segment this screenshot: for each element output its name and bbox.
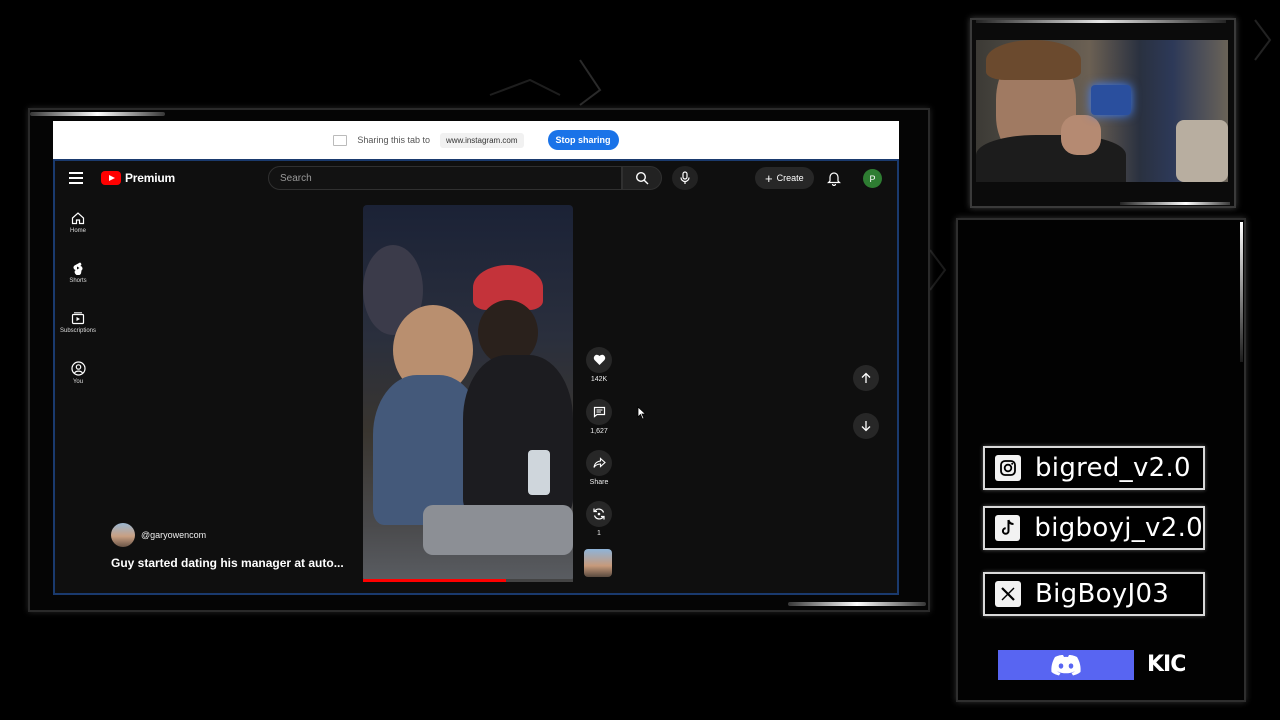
kick-logo: KIC [1147,652,1186,677]
webcam-content [1061,115,1101,155]
webcam-content [986,40,1081,80]
microphone-icon [680,171,690,184]
share-icon [592,457,606,468]
chat-glow-accent [1240,222,1243,362]
instagram-handle-card: bigred_v2.0 [983,446,1205,490]
instagram-handle: bigred_v2.0 [1035,453,1191,483]
video-frame-content [463,355,573,515]
share-button[interactable] [586,450,612,476]
instagram-icon [995,455,1021,481]
search-input[interactable]: Search [268,166,622,190]
menu-icon[interactable] [69,172,83,184]
share-action: Share [582,450,616,486]
youtube-logo[interactable]: Premium [101,171,175,185]
sidebar-label: Shorts [69,278,87,284]
stop-sharing-button[interactable]: Stop sharing [547,130,619,150]
search-placeholder: Search [280,172,312,184]
webcam-content [1091,85,1131,115]
search-icon [635,171,649,185]
video-frame-content [528,450,550,495]
discord-icon [1051,654,1081,676]
comment-count: 1,627 [590,428,608,435]
sidebar-item-home[interactable]: Home [55,211,101,234]
sidebar-label: Subscriptions [59,328,97,334]
screen-share-icon [333,134,348,146]
webcam-glow-accent [976,20,1226,23]
short-video-player[interactable] [363,205,573,582]
remix-icon [593,508,605,520]
comments-button[interactable] [586,399,612,425]
x-logo-icon [995,581,1021,607]
sharing-url: www.instagram.com [439,132,524,148]
video-progress-bar[interactable] [363,579,573,582]
channel-handle[interactable]: @garyowencom [141,530,206,540]
sidebar-item-you[interactable]: You [55,361,101,385]
account-avatar[interactable]: P [863,169,882,188]
mouse-cursor-icon [637,406,647,420]
create-button[interactable]: + Create [755,167,814,189]
webcam-glow-accent [1120,202,1230,205]
remix-count: 1 [597,530,601,537]
comments-action: 1,627 [582,399,616,435]
previous-short-button[interactable] [853,365,879,391]
logo-text: Premium [125,171,175,185]
sidebar-label: You [72,379,84,385]
tiktok-handle-card: bigboyj_v2.0 [983,506,1205,550]
comment-icon [593,406,605,418]
bell-icon [827,172,841,187]
webcam-content [1176,120,1228,182]
youtube-header: Premium Search + Create P [55,161,897,197]
sharing-message: Sharing this tab to [357,135,430,145]
heart-icon [593,354,605,365]
x-handle: BigBoyJ03 [1035,579,1170,609]
share-label: Share [589,479,609,486]
like-button[interactable] [586,347,612,373]
short-channel-row: @garyowencom [111,523,206,547]
plus-icon: + [765,170,773,186]
sidebar-item-subscriptions[interactable]: Subscriptions [55,311,101,334]
account-icon [70,361,86,376]
sidebar-label: Home [69,228,86,234]
webcam-feed [976,40,1228,182]
webcam-content [976,135,1126,182]
discord-badge[interactable] [998,650,1134,680]
search-button[interactable] [622,166,662,190]
sidebar-item-shorts[interactable]: Shorts [55,261,101,284]
notifications-button[interactable] [827,170,841,191]
frame-glow-accent [30,112,165,116]
youtube-play-icon [101,171,121,185]
like-action: 142K [582,347,616,383]
tab-sharing-bar: Sharing this tab to www.instagram.com St… [53,121,899,159]
voice-search-button[interactable] [672,166,698,190]
arrow-up-icon [861,372,871,383]
subscriptions-icon [71,312,85,325]
next-short-button[interactable] [853,413,879,439]
create-label: Create [776,173,804,183]
x-handle-card: BigBoyJ03 [983,572,1205,616]
arrow-down-icon [861,421,871,432]
like-count: 142K [590,376,608,383]
remix-button[interactable] [586,501,612,527]
remix-action: 1 [582,501,616,537]
frame-glow-accent [788,602,926,606]
short-title[interactable]: Guy started dating his manager at auto..… [111,556,344,570]
channel-thumbnail[interactable] [584,549,612,577]
youtube-page: Premium Search + Create P Home Shorts Su… [53,159,899,595]
tiktok-handle: bigboyj_v2.0 [1034,513,1203,543]
video-frame-content [423,505,573,555]
shorts-icon [73,262,83,275]
home-icon [71,212,85,225]
channel-avatar[interactable] [111,523,135,547]
video-progress-fill [363,579,506,582]
tiktok-icon [995,515,1021,541]
